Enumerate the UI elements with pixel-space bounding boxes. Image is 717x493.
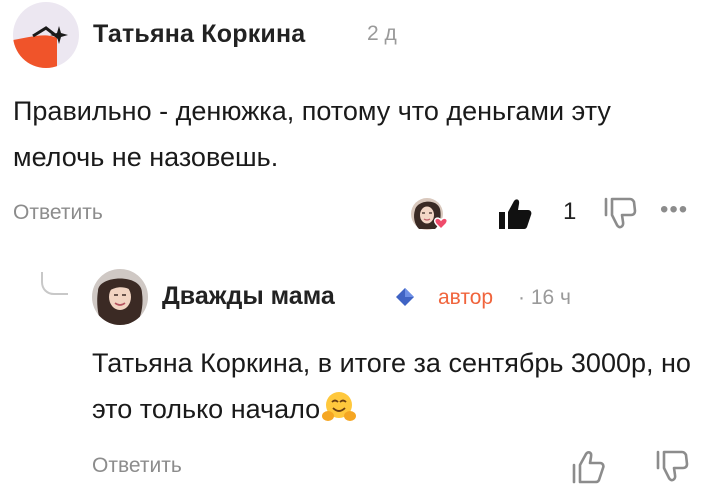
verified-icon — [395, 287, 415, 307]
hugging-face-emoji-icon — [321, 390, 357, 424]
thread-connector — [40, 272, 68, 298]
reply-timestamp: · 16 ч — [518, 286, 571, 309]
comment-timestamp: 2 д — [367, 22, 397, 45]
reply-button[interactable]: Ответить — [13, 201, 103, 225]
reply-button[interactable]: Ответить — [92, 454, 182, 478]
like-count: 1 — [563, 198, 577, 225]
reply-text-content: Татьяна Коркина, в итоге за сентябрь 300… — [92, 348, 691, 424]
dislike-button[interactable] — [655, 449, 689, 485]
thumbs-up-icon — [499, 199, 532, 229]
comment-text: Правильно - денюжка, потому что деньгами… — [13, 96, 611, 172]
like-button[interactable] — [497, 196, 533, 232]
dislike-button[interactable] — [603, 196, 637, 232]
comment-author[interactable]: Татьяна Коркина — [93, 20, 305, 49]
avatar[interactable] — [92, 269, 148, 325]
reply-author[interactable]: Дважды мама — [162, 282, 335, 311]
avatar[interactable] — [13, 2, 79, 68]
reply-text: Татьяна Коркина, в итоге за сентябрь 300… — [92, 340, 702, 432]
author-badge: автор — [438, 286, 494, 309]
like-button[interactable] — [571, 449, 607, 485]
more-button[interactable]: ••• — [660, 196, 688, 224]
reactor-avatar[interactable] — [409, 196, 455, 234]
thumbs-down-icon — [656, 450, 689, 482]
thumbs-down-icon — [604, 197, 637, 229]
thumbs-up-icon — [572, 451, 605, 484]
